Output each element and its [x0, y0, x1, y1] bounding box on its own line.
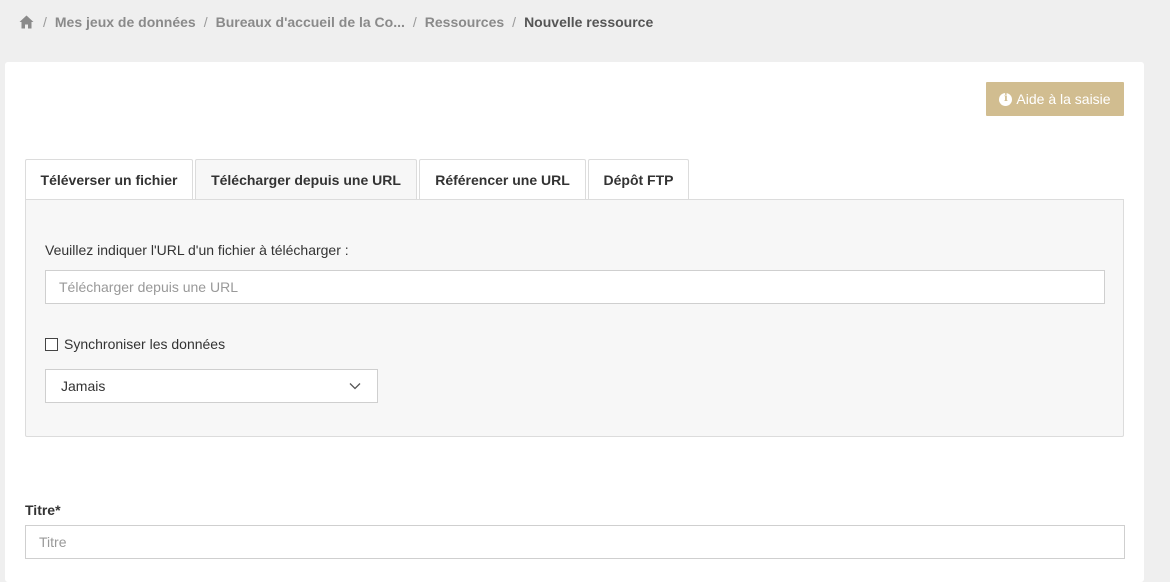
sync-checkbox[interactable]: [45, 337, 58, 351]
sync-label[interactable]: Synchroniser les données: [64, 336, 225, 352]
breadcrumb-item-datasets[interactable]: Mes jeux de données: [55, 14, 196, 30]
breadcrumb-separator: /: [203, 14, 208, 30]
home-icon[interactable]: [19, 14, 35, 30]
breadcrumb-separator: /: [43, 14, 47, 30]
breadcrumb-current: Nouvelle ressource: [524, 14, 654, 30]
upload-method-tabs: Téléverser un fichier Télécharger depuis…: [25, 159, 689, 200]
breadcrumb-item-resources[interactable]: Ressources: [425, 14, 504, 30]
sync-frequency-value: Jamais: [61, 378, 106, 394]
tab-upload-file[interactable]: Téléverser un fichier: [25, 159, 193, 199]
help-button[interactable]: i Aide à la saisie: [986, 82, 1124, 116]
tab-panel-download-url: Veuillez indiquer l'URL d'un fichier à t…: [25, 199, 1124, 437]
info-icon: i: [999, 92, 1013, 106]
sync-option: Synchroniser les données: [45, 336, 225, 352]
resource-form-card: i Aide à la saisie Téléverser un fichier…: [5, 62, 1144, 582]
title-field-label: Titre*: [25, 502, 61, 518]
breadcrumb: / Mes jeux de données / Bureaux d'accuei…: [19, 12, 653, 32]
tab-download-from-url[interactable]: Télécharger depuis une URL: [195, 159, 417, 200]
sync-frequency-select[interactable]: Jamais: [45, 369, 378, 403]
chevron-down-icon: [349, 382, 361, 390]
tab-ftp-upload[interactable]: Dépôt FTP: [588, 159, 689, 199]
breadcrumb-separator: /: [512, 14, 517, 30]
title-input[interactable]: [25, 525, 1125, 559]
breadcrumb-item-dataset[interactable]: Bureaux d'accueil de la Co...: [216, 14, 405, 30]
url-field-label: Veuillez indiquer l'URL d'un fichier à t…: [45, 242, 349, 258]
help-button-label: Aide à la saisie: [1016, 91, 1111, 107]
url-input[interactable]: [45, 270, 1105, 304]
breadcrumb-separator: /: [412, 14, 417, 30]
tab-reference-url[interactable]: Référencer une URL: [419, 159, 586, 199]
